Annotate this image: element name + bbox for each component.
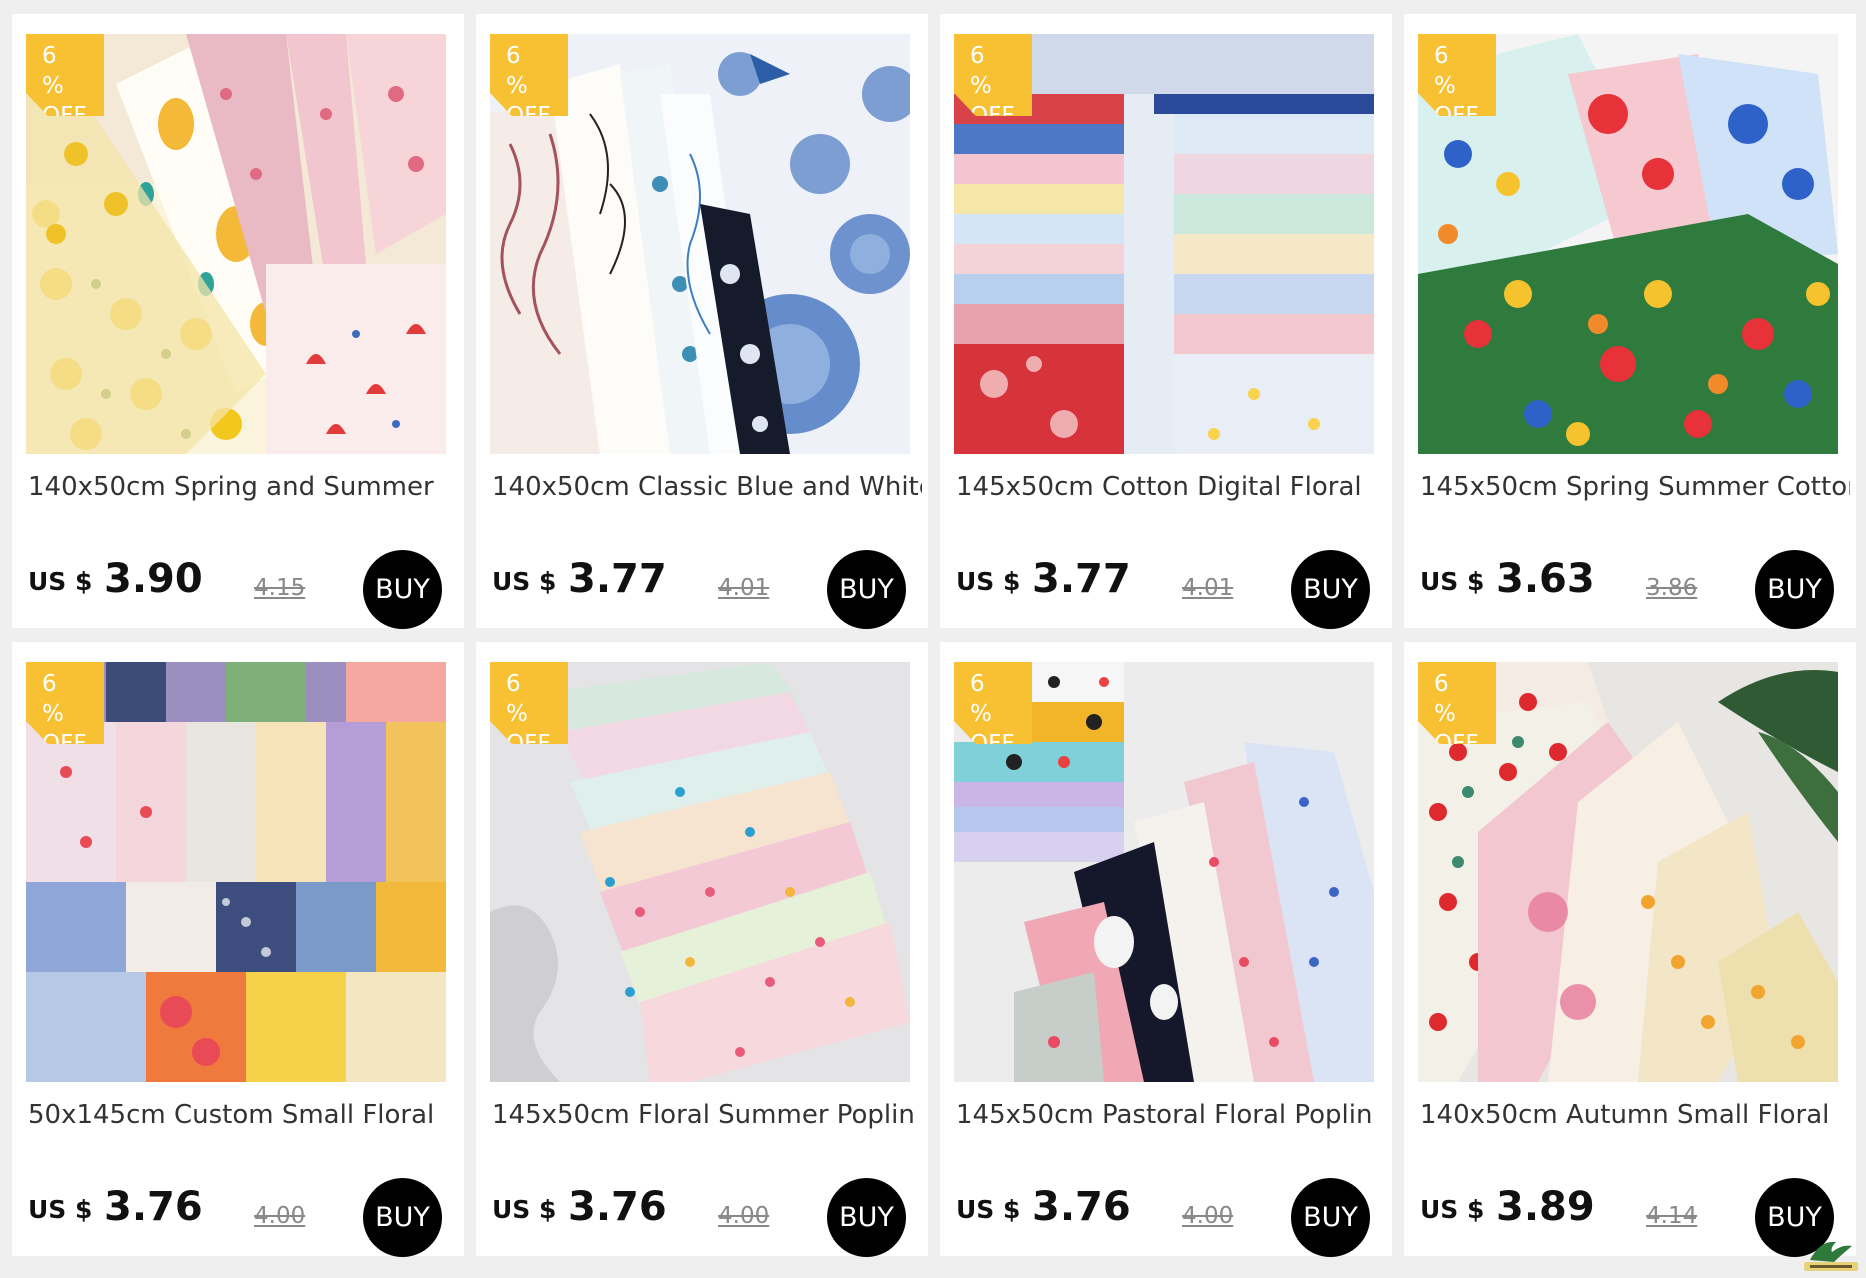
price-currency: US $ — [1420, 1195, 1485, 1224]
product-image[interactable]: 6 % OFF — [1418, 34, 1838, 454]
product-title[interactable]: 50x145cm Custom Small Floral — [28, 1100, 458, 1130]
price-currency: US $ — [956, 567, 1021, 596]
product-grid: 6 % OFF 140x50cm Spring and Summer US $ … — [0, 0, 1866, 1278]
buy-button[interactable]: BUY — [1291, 1178, 1370, 1257]
product-title[interactable]: 145x50cm Spring Summer Cotton — [1420, 472, 1850, 502]
discount-percent: 6 % — [1434, 43, 1470, 99]
price-currency: US $ — [492, 1195, 557, 1224]
discount-badge: 6 % OFF — [954, 662, 1032, 744]
original-price: 4.14 — [1646, 1203, 1698, 1229]
product-title[interactable]: 145x50cm Cotton Digital Floral — [956, 472, 1386, 502]
price-currency: US $ — [492, 567, 557, 596]
price-currency: US $ — [956, 1195, 1021, 1224]
discount-badge: 6 % OFF — [490, 34, 568, 116]
discount-badge: 6 % OFF — [1418, 662, 1496, 744]
store-logo — [1802, 1238, 1860, 1274]
price-value: 3.90 — [104, 556, 203, 602]
price-value: 3.77 — [1032, 556, 1131, 602]
product-card[interactable]: 6 % OFF 145x50cm Pastoral Floral Poplin … — [940, 642, 1392, 1257]
product-card[interactable]: 6 % OFF 50x145cm Custom Small Floral US … — [12, 642, 464, 1257]
discount-badge: 6 % OFF — [26, 662, 104, 744]
buy-button[interactable]: BUY — [827, 1178, 906, 1257]
product-image[interactable]: 6 % OFF — [26, 34, 446, 454]
price-value: 3.76 — [568, 1184, 667, 1230]
price-value: 3.89 — [1496, 1184, 1595, 1230]
product-image[interactable]: 6 % OFF — [954, 34, 1374, 454]
discount-badge: 6 % OFF — [954, 34, 1032, 116]
original-price: 4.00 — [718, 1203, 770, 1229]
product-title[interactable]: 145x50cm Floral Summer Poplin — [492, 1100, 922, 1130]
product-title[interactable]: 140x50cm Classic Blue and White — [492, 472, 922, 502]
discount-percent: 6 % — [970, 671, 1006, 727]
discount-badge: 6 % OFF — [26, 34, 104, 116]
discount-percent: 6 % — [970, 43, 1006, 99]
price-currency: US $ — [28, 1195, 93, 1224]
discount-badge: 6 % OFF — [1418, 34, 1496, 116]
buy-button[interactable]: BUY — [363, 550, 442, 629]
original-price: 4.00 — [1182, 1203, 1234, 1229]
discount-percent: 6 % — [1434, 671, 1470, 727]
discount-percent: 6 % — [42, 43, 78, 99]
discount-percent: 6 % — [506, 671, 542, 727]
price-value: 3.76 — [104, 1184, 203, 1230]
buy-button[interactable]: BUY — [827, 550, 906, 629]
product-image[interactable]: 6 % OFF — [490, 34, 910, 454]
original-price: 4.01 — [718, 575, 770, 601]
price-value: 3.77 — [568, 556, 667, 602]
product-card[interactable]: 6 % OFF 140x50cm Spring and Summer US $ … — [12, 14, 464, 629]
product-image[interactable]: 6 % OFF — [490, 662, 910, 1082]
original-price: 4.15 — [254, 575, 306, 601]
original-price: 3.86 — [1646, 575, 1698, 601]
original-price: 4.00 — [254, 1203, 306, 1229]
product-image[interactable]: 6 % OFF — [954, 662, 1374, 1082]
buy-button[interactable]: BUY — [1755, 550, 1834, 629]
discount-percent: 6 % — [42, 671, 78, 727]
product-title[interactable]: 140x50cm Autumn Small Floral — [1420, 1100, 1850, 1130]
price-currency: US $ — [1420, 567, 1485, 596]
discount-percent: 6 % — [506, 43, 542, 99]
product-card[interactable]: 6 % OFF 140x50cm Autumn Small Floral US … — [1404, 642, 1856, 1257]
product-card[interactable]: 6 % OFF 140x50cm Classic Blue and White … — [476, 14, 928, 629]
product-card[interactable]: 6 % OFF 145x50cm Spring Summer Cotton US… — [1404, 14, 1856, 629]
discount-badge: 6 % OFF — [490, 662, 568, 744]
buy-button[interactable]: BUY — [363, 1178, 442, 1257]
product-image[interactable]: 6 % OFF — [26, 662, 446, 1082]
product-title[interactable]: 140x50cm Spring and Summer — [28, 472, 458, 502]
original-price: 4.01 — [1182, 575, 1234, 601]
product-image[interactable]: 6 % OFF — [1418, 662, 1838, 1082]
price-currency: US $ — [28, 567, 93, 596]
product-card[interactable]: 6 % OFF 145x50cm Cotton Digital Floral U… — [940, 14, 1392, 629]
price-value: 3.63 — [1496, 556, 1595, 602]
price-value: 3.76 — [1032, 1184, 1131, 1230]
product-card[interactable]: 6 % OFF 145x50cm Floral Summer Poplin US… — [476, 642, 928, 1257]
product-title[interactable]: 145x50cm Pastoral Floral Poplin — [956, 1100, 1386, 1130]
buy-button[interactable]: BUY — [1291, 550, 1370, 629]
